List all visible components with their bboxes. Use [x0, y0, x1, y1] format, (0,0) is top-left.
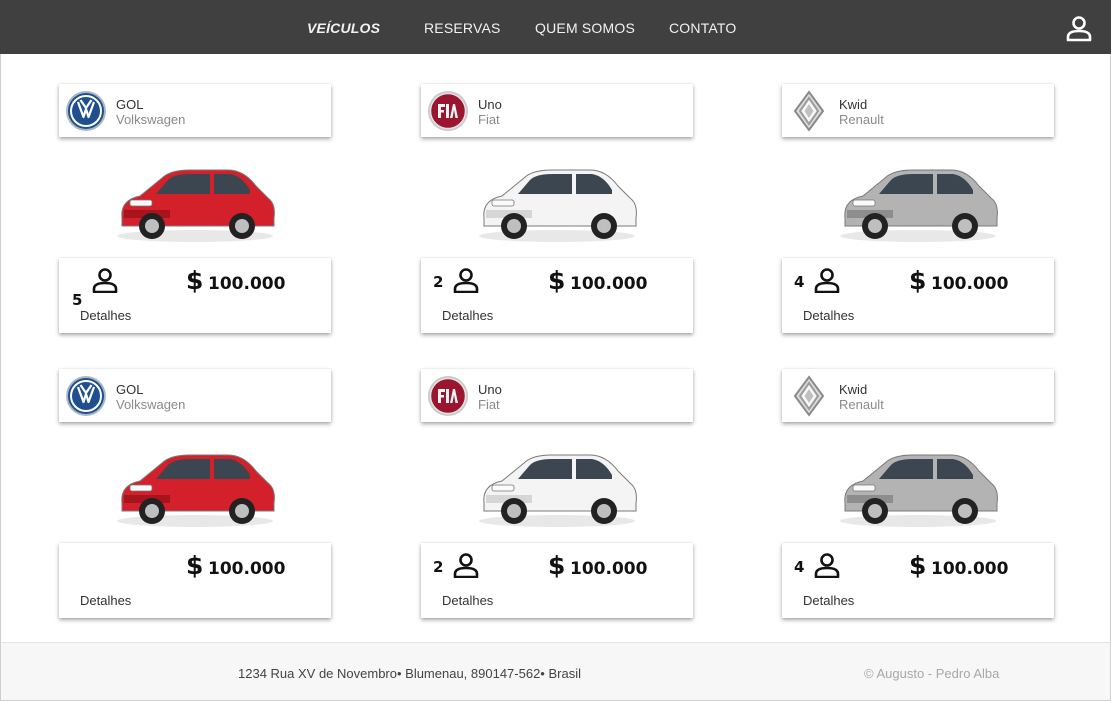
info-card: 4 $100.000 Detalhes [782, 258, 1054, 333]
person-icon [452, 267, 480, 294]
person-icon [813, 267, 841, 294]
details-link[interactable]: Detalhes [803, 593, 854, 608]
seats-count: 2 [433, 273, 444, 291]
person-icon [452, 552, 480, 579]
seats-count: 5 [72, 291, 83, 309]
car-brand: Renault [839, 112, 884, 127]
info-card: 4 $100.000 Detalhes [782, 543, 1054, 618]
price: 100.000 [570, 559, 648, 579]
person-icon [813, 552, 841, 579]
car-brand: Renault [839, 397, 884, 412]
brand-card: GOL Volkswagen [59, 84, 331, 137]
price: 100.000 [570, 274, 648, 294]
footer-address: 1234 Rua XV de Novembro• Blumenau, 89014… [238, 666, 581, 681]
top-navbar: VEÍCULOS RESERVAS QUEM SOMOS CONTATO [0, 0, 1111, 54]
details-link[interactable]: Detalhes [442, 308, 493, 323]
car-model: Uno [478, 382, 502, 397]
car-brand: Volkswagen [116, 397, 186, 412]
currency-symbol: $ [548, 266, 566, 295]
user-icon[interactable] [1065, 14, 1093, 42]
car-model: Kwid [839, 382, 868, 397]
car-model: Kwid [839, 97, 868, 112]
currency-symbol: $ [186, 266, 204, 295]
currency-symbol: $ [909, 266, 927, 295]
brand-card: Uno Fiat [421, 84, 693, 137]
car-brand: Fiat [478, 397, 500, 412]
brand-card: Uno Fiat [421, 369, 693, 422]
car-illustration [472, 156, 642, 251]
info-card: $100.000 Detalhes [59, 543, 331, 618]
currency-symbol: $ [909, 551, 927, 580]
seats-count: 2 [433, 558, 444, 576]
seats-count: 4 [794, 273, 805, 291]
details-link[interactable]: Detalhes [80, 593, 131, 608]
car-image[interactable] [59, 435, 331, 545]
car-image[interactable] [782, 435, 1054, 545]
price: 100.000 [931, 559, 1009, 579]
brand-card: Kwid Renault [782, 369, 1054, 422]
currency-symbol: $ [548, 551, 566, 580]
volkswagen-logo [65, 375, 107, 417]
car-image[interactable] [782, 150, 1054, 260]
volkswagen-logo [65, 90, 107, 132]
renault-logo [788, 90, 830, 132]
nav-reservas[interactable]: RESERVAS [424, 20, 501, 36]
footer: 1234 Rua XV de Novembro• Blumenau, 89014… [1, 642, 1110, 700]
price: 100.000 [208, 274, 286, 294]
car-image[interactable] [59, 150, 331, 260]
car-illustration [110, 156, 280, 251]
info-card: 5 $100.000 Detalhes [59, 258, 331, 333]
details-link[interactable]: Detalhes [803, 308, 854, 323]
details-link[interactable]: Detalhes [442, 593, 493, 608]
price: 100.000 [208, 559, 286, 579]
details-link[interactable]: Detalhes [80, 308, 131, 323]
brand-card: GOL Volkswagen [59, 369, 331, 422]
car-illustration [472, 441, 642, 536]
car-illustration [833, 156, 1003, 251]
info-card: 2 $100.000 Detalhes [421, 258, 693, 333]
car-model: Uno [478, 97, 502, 112]
car-model: GOL [116, 382, 144, 397]
car-image[interactable] [421, 150, 693, 260]
car-brand: Volkswagen [116, 112, 186, 127]
price: 100.000 [931, 274, 1009, 294]
info-card: 2 $100.000 Detalhes [421, 543, 693, 618]
car-illustration [110, 441, 280, 536]
footer-copyright: © Augusto - Pedro Alba [864, 666, 1000, 681]
person-icon [91, 267, 119, 294]
car-illustration [833, 441, 1003, 536]
nav-quem-somos[interactable]: QUEM SOMOS [535, 20, 635, 36]
nav-contato[interactable]: CONTATO [669, 20, 737, 36]
renault-logo [788, 375, 830, 417]
fiat-logo [427, 90, 469, 132]
car-model: GOL [116, 97, 144, 112]
seats-count: 4 [794, 558, 805, 576]
car-image[interactable] [421, 435, 693, 545]
car-brand: Fiat [478, 112, 500, 127]
nav-veiculos[interactable]: VEÍCULOS [307, 20, 380, 36]
fiat-logo [427, 375, 469, 417]
currency-symbol: $ [186, 551, 204, 580]
brand-card: Kwid Renault [782, 84, 1054, 137]
